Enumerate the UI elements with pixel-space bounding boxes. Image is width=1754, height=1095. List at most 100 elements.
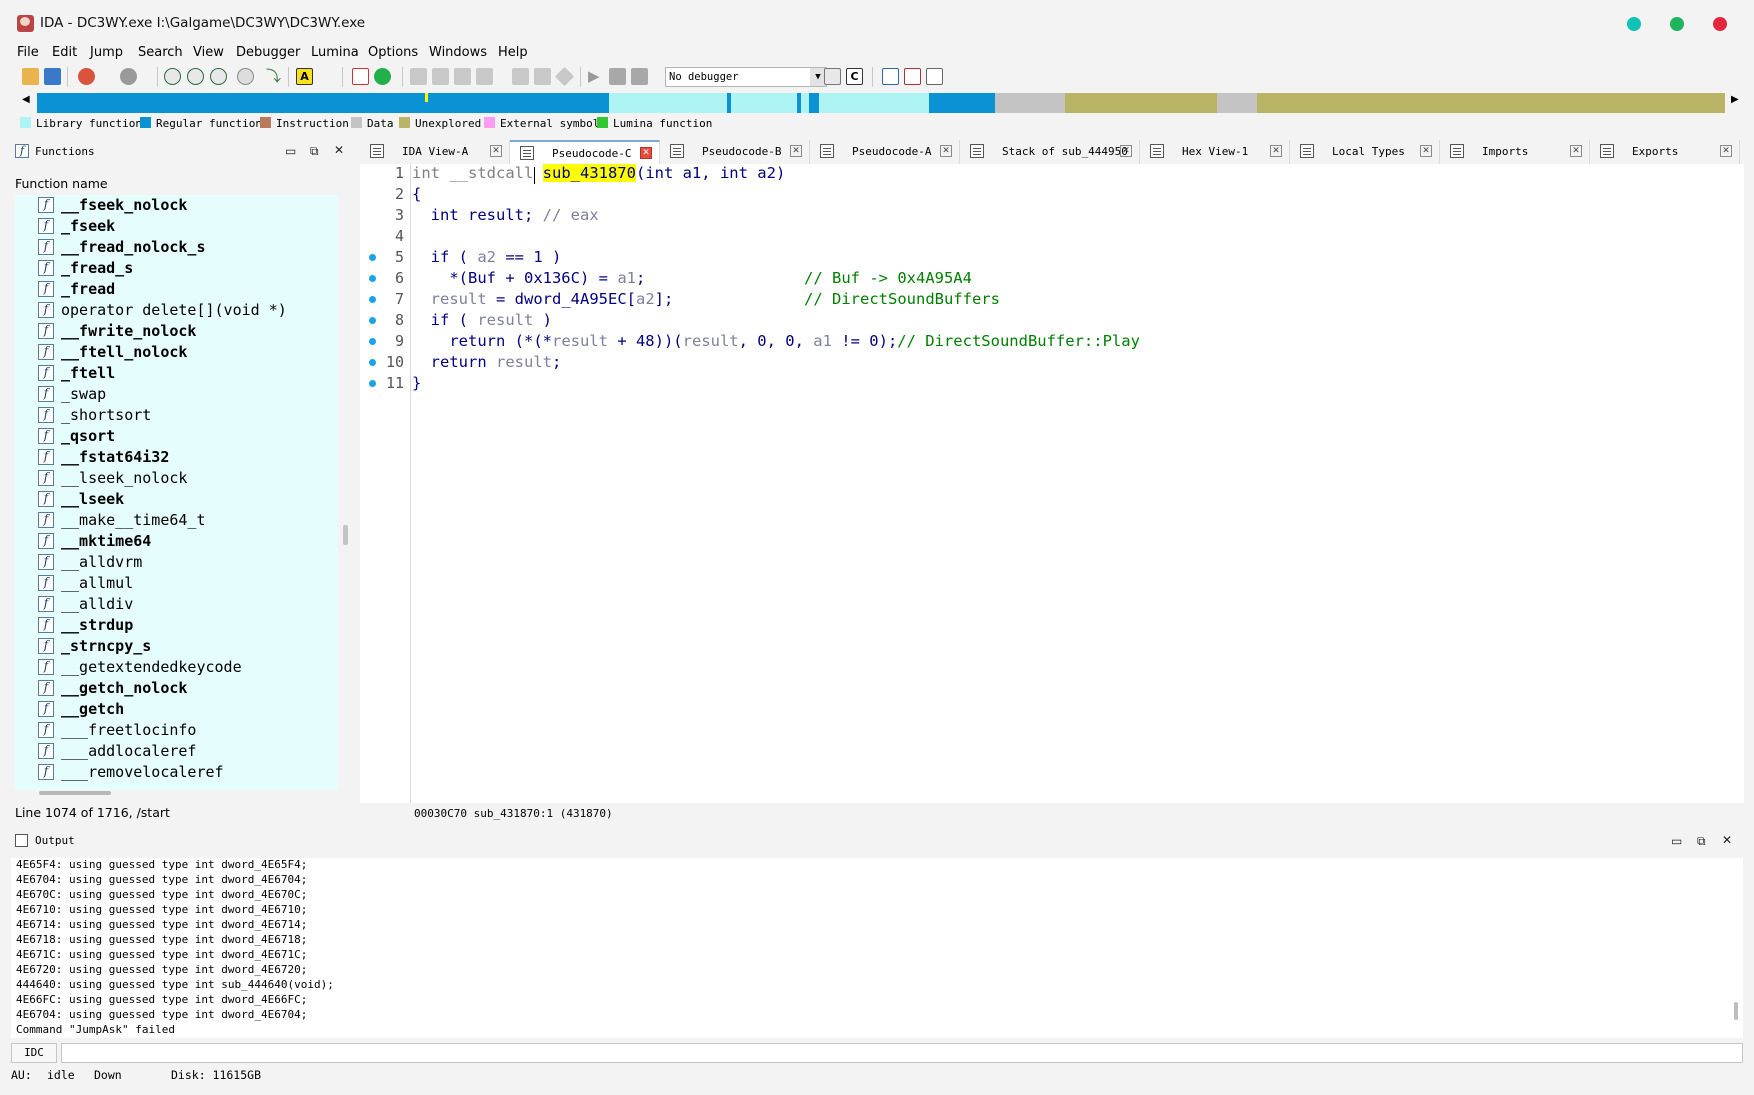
function-row[interactable]: f operator delete[](void *) bbox=[15, 300, 338, 321]
code-var-a2[interactable]: a2 bbox=[477, 248, 496, 266]
functions-list[interactable]: f __fseek_nolock f _fseek f __fread_nolock_s f… bbox=[15, 195, 338, 790]
function-row[interactable]: f __fwrite_nolock bbox=[15, 321, 338, 342]
function-row[interactable]: f __lseek_nolock bbox=[15, 468, 338, 489]
code-line-5[interactable]: if ( a2 == 1 ) bbox=[412, 248, 562, 266]
open-icon[interactable] bbox=[22, 68, 39, 85]
maximize-button[interactable] bbox=[1670, 17, 1684, 31]
code-icon[interactable] bbox=[410, 68, 427, 85]
output-text[interactable]: 4E65F4: using guessed type int dword_4E6… bbox=[11, 858, 1743, 1038]
menu-view[interactable]: View bbox=[193, 45, 224, 60]
list-icon[interactable] bbox=[926, 68, 943, 85]
function-row[interactable]: f __fstat64i32 bbox=[15, 447, 338, 468]
menu-file[interactable]: File bbox=[17, 45, 39, 60]
menu-lumina[interactable]: Lumina bbox=[311, 45, 359, 60]
nav-left-arrow-icon[interactable]: ◀ bbox=[22, 94, 30, 105]
tab-close-icon[interactable]: ✕ bbox=[1120, 145, 1132, 157]
function-row[interactable]: f __fread_nolock_s bbox=[15, 237, 338, 258]
list-breakpoints-icon[interactable] bbox=[882, 68, 899, 85]
language-button[interactable]: IDC bbox=[11, 1043, 57, 1063]
pseudocode-editor[interactable]: 1 2 3 4 5 6 7 8 9 10 11 int __stdcall sub_431870(i… bbox=[360, 164, 1744, 804]
tab-imports[interactable]: Imports ✕ bbox=[1440, 140, 1590, 164]
pane-float-icon[interactable]: ⧉ bbox=[310, 144, 319, 159]
text-search-icon[interactable] bbox=[187, 68, 204, 85]
c-decompile-icon[interactable]: C bbox=[846, 68, 863, 85]
code-line-10[interactable]: return result; bbox=[412, 353, 562, 371]
tab-pseudocode-b[interactable]: Pseudocode-B ✕ bbox=[660, 140, 810, 164]
output-close-icon[interactable]: ✕ bbox=[1722, 833, 1732, 847]
function-row[interactable]: f __strdup bbox=[15, 615, 338, 636]
tab-local-types[interactable]: Local Types ✕ bbox=[1290, 140, 1440, 164]
down-arrow-icon[interactable]: ⤵ bbox=[265, 68, 282, 85]
function-row[interactable]: f _fseek bbox=[15, 216, 338, 237]
code-line-7[interactable]: result = dword_4A95EC[a2]; bbox=[412, 290, 674, 308]
function-row[interactable]: f __getch_nolock bbox=[15, 678, 338, 699]
breakpoint-dot-icon[interactable] bbox=[369, 254, 376, 261]
function-row[interactable]: f __getextendedkeycode bbox=[15, 657, 338, 678]
close-button[interactable] bbox=[1713, 17, 1727, 31]
menu-jump[interactable]: Jump bbox=[90, 45, 123, 60]
function-row[interactable]: f __make__time64_t bbox=[15, 510, 338, 531]
start-debug-icon[interactable]: ▶ bbox=[588, 68, 605, 85]
output-float-icon[interactable]: ⧉ bbox=[1697, 834, 1706, 849]
breakpoint-dot-icon[interactable] bbox=[369, 275, 376, 282]
function-row[interactable]: f _qsort bbox=[15, 426, 338, 447]
find-next-icon[interactable] bbox=[237, 68, 254, 85]
command-input[interactable] bbox=[61, 1043, 1743, 1063]
function-row[interactable]: f __fseek_nolock bbox=[15, 195, 338, 216]
code-line-8[interactable]: if ( result ) bbox=[412, 311, 552, 329]
tab-close-icon[interactable]: ✕ bbox=[1420, 145, 1432, 157]
tab-close-icon[interactable]: ✕ bbox=[1270, 145, 1282, 157]
menu-debugger[interactable]: Debugger bbox=[236, 45, 300, 60]
function-row[interactable]: f __mktime64 bbox=[15, 531, 338, 552]
tab-pseudocode-a[interactable]: Pseudocode-A ✕ bbox=[810, 140, 960, 164]
struct-icon[interactable] bbox=[454, 68, 471, 85]
tab-hex-view-1[interactable]: Hex View-1 ✕ bbox=[1140, 140, 1290, 164]
undefine-icon[interactable] bbox=[512, 68, 529, 85]
code-var-a1[interactable]: a1 bbox=[617, 269, 636, 287]
code-line-1[interactable]: int __stdcall sub_431870(int a1, int a2) bbox=[412, 164, 785, 182]
output-maximize-icon[interactable]: ▭ bbox=[1671, 834, 1682, 848]
code-line-6[interactable]: *(Buf + 0x136C) = a1; bbox=[412, 269, 645, 287]
data-icon[interactable] bbox=[432, 68, 449, 85]
function-row[interactable]: f __ftell_nolock bbox=[15, 342, 338, 363]
tab-exports[interactable]: Exports ✕ bbox=[1590, 140, 1740, 164]
run-script-icon[interactable] bbox=[374, 68, 391, 85]
tab-close-icon[interactable]: ✕ bbox=[490, 145, 502, 157]
tab-close-icon[interactable]: ✕ bbox=[1570, 145, 1582, 157]
code-function-name[interactable]: sub_431870 bbox=[542, 164, 636, 182]
code-var-result-3[interactable]: result bbox=[552, 332, 608, 350]
function-row[interactable]: f __lseek bbox=[15, 489, 338, 510]
jump-back-icon[interactable] bbox=[78, 68, 95, 85]
code-line-9[interactable]: return (*(*result + 48))(result, 0, 0, a… bbox=[412, 332, 1140, 350]
code-line-11[interactable]: } bbox=[412, 374, 421, 392]
pause-icon[interactable] bbox=[609, 68, 626, 85]
tab-ida-view-a[interactable]: IDA View-A ✕ bbox=[360, 140, 510, 164]
code-line-2[interactable]: { bbox=[412, 185, 421, 203]
menu-edit[interactable]: Edit bbox=[52, 45, 77, 60]
function-row[interactable]: f _fread_s bbox=[15, 258, 338, 279]
pane-close-icon[interactable]: ✕ bbox=[334, 143, 344, 157]
function-row[interactable]: f __alldiv bbox=[15, 594, 338, 615]
function-row[interactable]: f __getch bbox=[15, 699, 338, 720]
text-color-icon[interactable]: A bbox=[296, 68, 313, 85]
code-var-a1-2[interactable]: a1 bbox=[813, 332, 832, 350]
stop-icon[interactable] bbox=[631, 68, 648, 85]
tab-pseudocode-c[interactable]: Pseudocode-C ✕ bbox=[510, 140, 660, 164]
pane-maximize-icon[interactable]: ▭ bbox=[285, 144, 296, 158]
tab-close-icon[interactable]: ✕ bbox=[1720, 145, 1732, 157]
immediate-search-icon[interactable] bbox=[210, 68, 227, 85]
function-row[interactable]: f _ftell bbox=[15, 363, 338, 384]
function-row[interactable]: f ___removelocaleref bbox=[15, 762, 338, 783]
function-row[interactable]: f __allmul bbox=[15, 573, 338, 594]
function-row[interactable]: f _swap bbox=[15, 384, 338, 405]
patch-icon[interactable] bbox=[534, 68, 551, 85]
function-row[interactable]: f _shortsort bbox=[15, 405, 338, 426]
code-var-a2-index[interactable]: a2 bbox=[636, 290, 655, 308]
tab-stack-of-sub-444950[interactable]: Stack of sub_444950 ✕ bbox=[960, 140, 1140, 164]
binary-search-icon[interactable] bbox=[164, 68, 181, 85]
function-row[interactable]: f ___freetlocinfo bbox=[15, 720, 338, 741]
menu-windows[interactable]: Windows bbox=[429, 45, 487, 60]
menu-options[interactable]: Options bbox=[368, 45, 418, 60]
functions-vertical-scrollbar[interactable] bbox=[343, 525, 348, 545]
code-var-result-4[interactable]: result bbox=[683, 332, 739, 350]
